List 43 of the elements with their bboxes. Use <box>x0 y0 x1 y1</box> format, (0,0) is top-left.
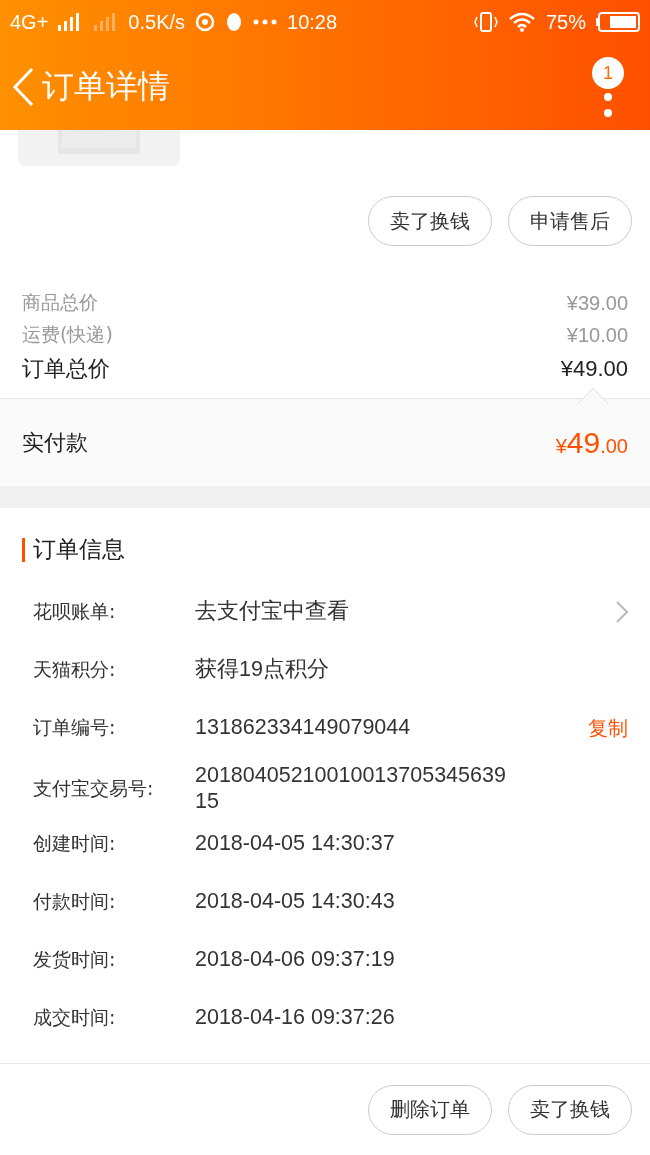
info-label: 创建时间: <box>33 831 117 856</box>
price-label: 订单总价 <box>22 355 110 383</box>
paid-label: 实付款 <box>22 428 88 457</box>
chevron-icon[interactable] <box>616 601 628 623</box>
info-value: 2018040521001001370534563915 <box>195 763 507 815</box>
info-label: 付款时间: <box>33 889 117 914</box>
info-label: 成交时间: <box>33 1005 117 1030</box>
info-label: 支付宝交易号: <box>33 776 155 801</box>
battery-percent: 75% <box>545 10 586 34</box>
info-label: 发货时间: <box>33 947 117 972</box>
action-button[interactable]: 申请售后 <box>508 196 632 246</box>
action-button[interactable]: 卖了换钱 <box>508 1084 632 1135</box>
info-value: 2018-04-05 14:30:43 <box>195 889 396 915</box>
price-label: 商品总价 <box>22 290 98 315</box>
info-label: 订单编号: <box>33 715 117 740</box>
section-accent <box>22 537 25 562</box>
back-icon[interactable] <box>12 67 34 107</box>
clock-time: 10:28 <box>287 10 338 34</box>
network-speed: 0.5K/s <box>128 10 186 34</box>
info-value: 2018-04-05 14:30:37 <box>195 831 396 857</box>
vibrate-icon <box>473 11 498 33</box>
page-title: 订单详情 <box>42 66 170 107</box>
more-icon <box>253 19 278 25</box>
info-value: 2018-04-16 09:37:26 <box>195 1005 396 1031</box>
price-value: ¥10.00 <box>566 323 628 347</box>
wifi-icon <box>507 11 536 33</box>
info-value: 2018-04-06 09:37:19 <box>195 947 396 973</box>
battery-icon <box>596 12 640 32</box>
info-label: 花呗账单: <box>33 599 117 624</box>
info-value: 获得19点积分 <box>195 657 330 683</box>
notification-badge: 1 <box>592 57 624 89</box>
info-value: 131862334149079044 <box>195 715 412 741</box>
price-value: ¥39.00 <box>566 291 628 315</box>
price-value: ¥49.00 <box>560 356 628 382</box>
more-icon[interactable] <box>603 93 613 117</box>
network-type: 4G+ <box>10 10 49 34</box>
price-label: 运费(快递) <box>22 322 113 347</box>
info-value[interactable]: 去支付宝中查看 <box>195 599 510 625</box>
info-label: 天猫积分: <box>33 657 117 682</box>
action-button[interactable]: 删除订单 <box>368 1084 492 1135</box>
section-title: 订单信息 <box>33 535 125 564</box>
paid-amount: ¥49.00 <box>555 425 628 460</box>
action-button[interactable]: 卖了换钱 <box>368 196 492 246</box>
